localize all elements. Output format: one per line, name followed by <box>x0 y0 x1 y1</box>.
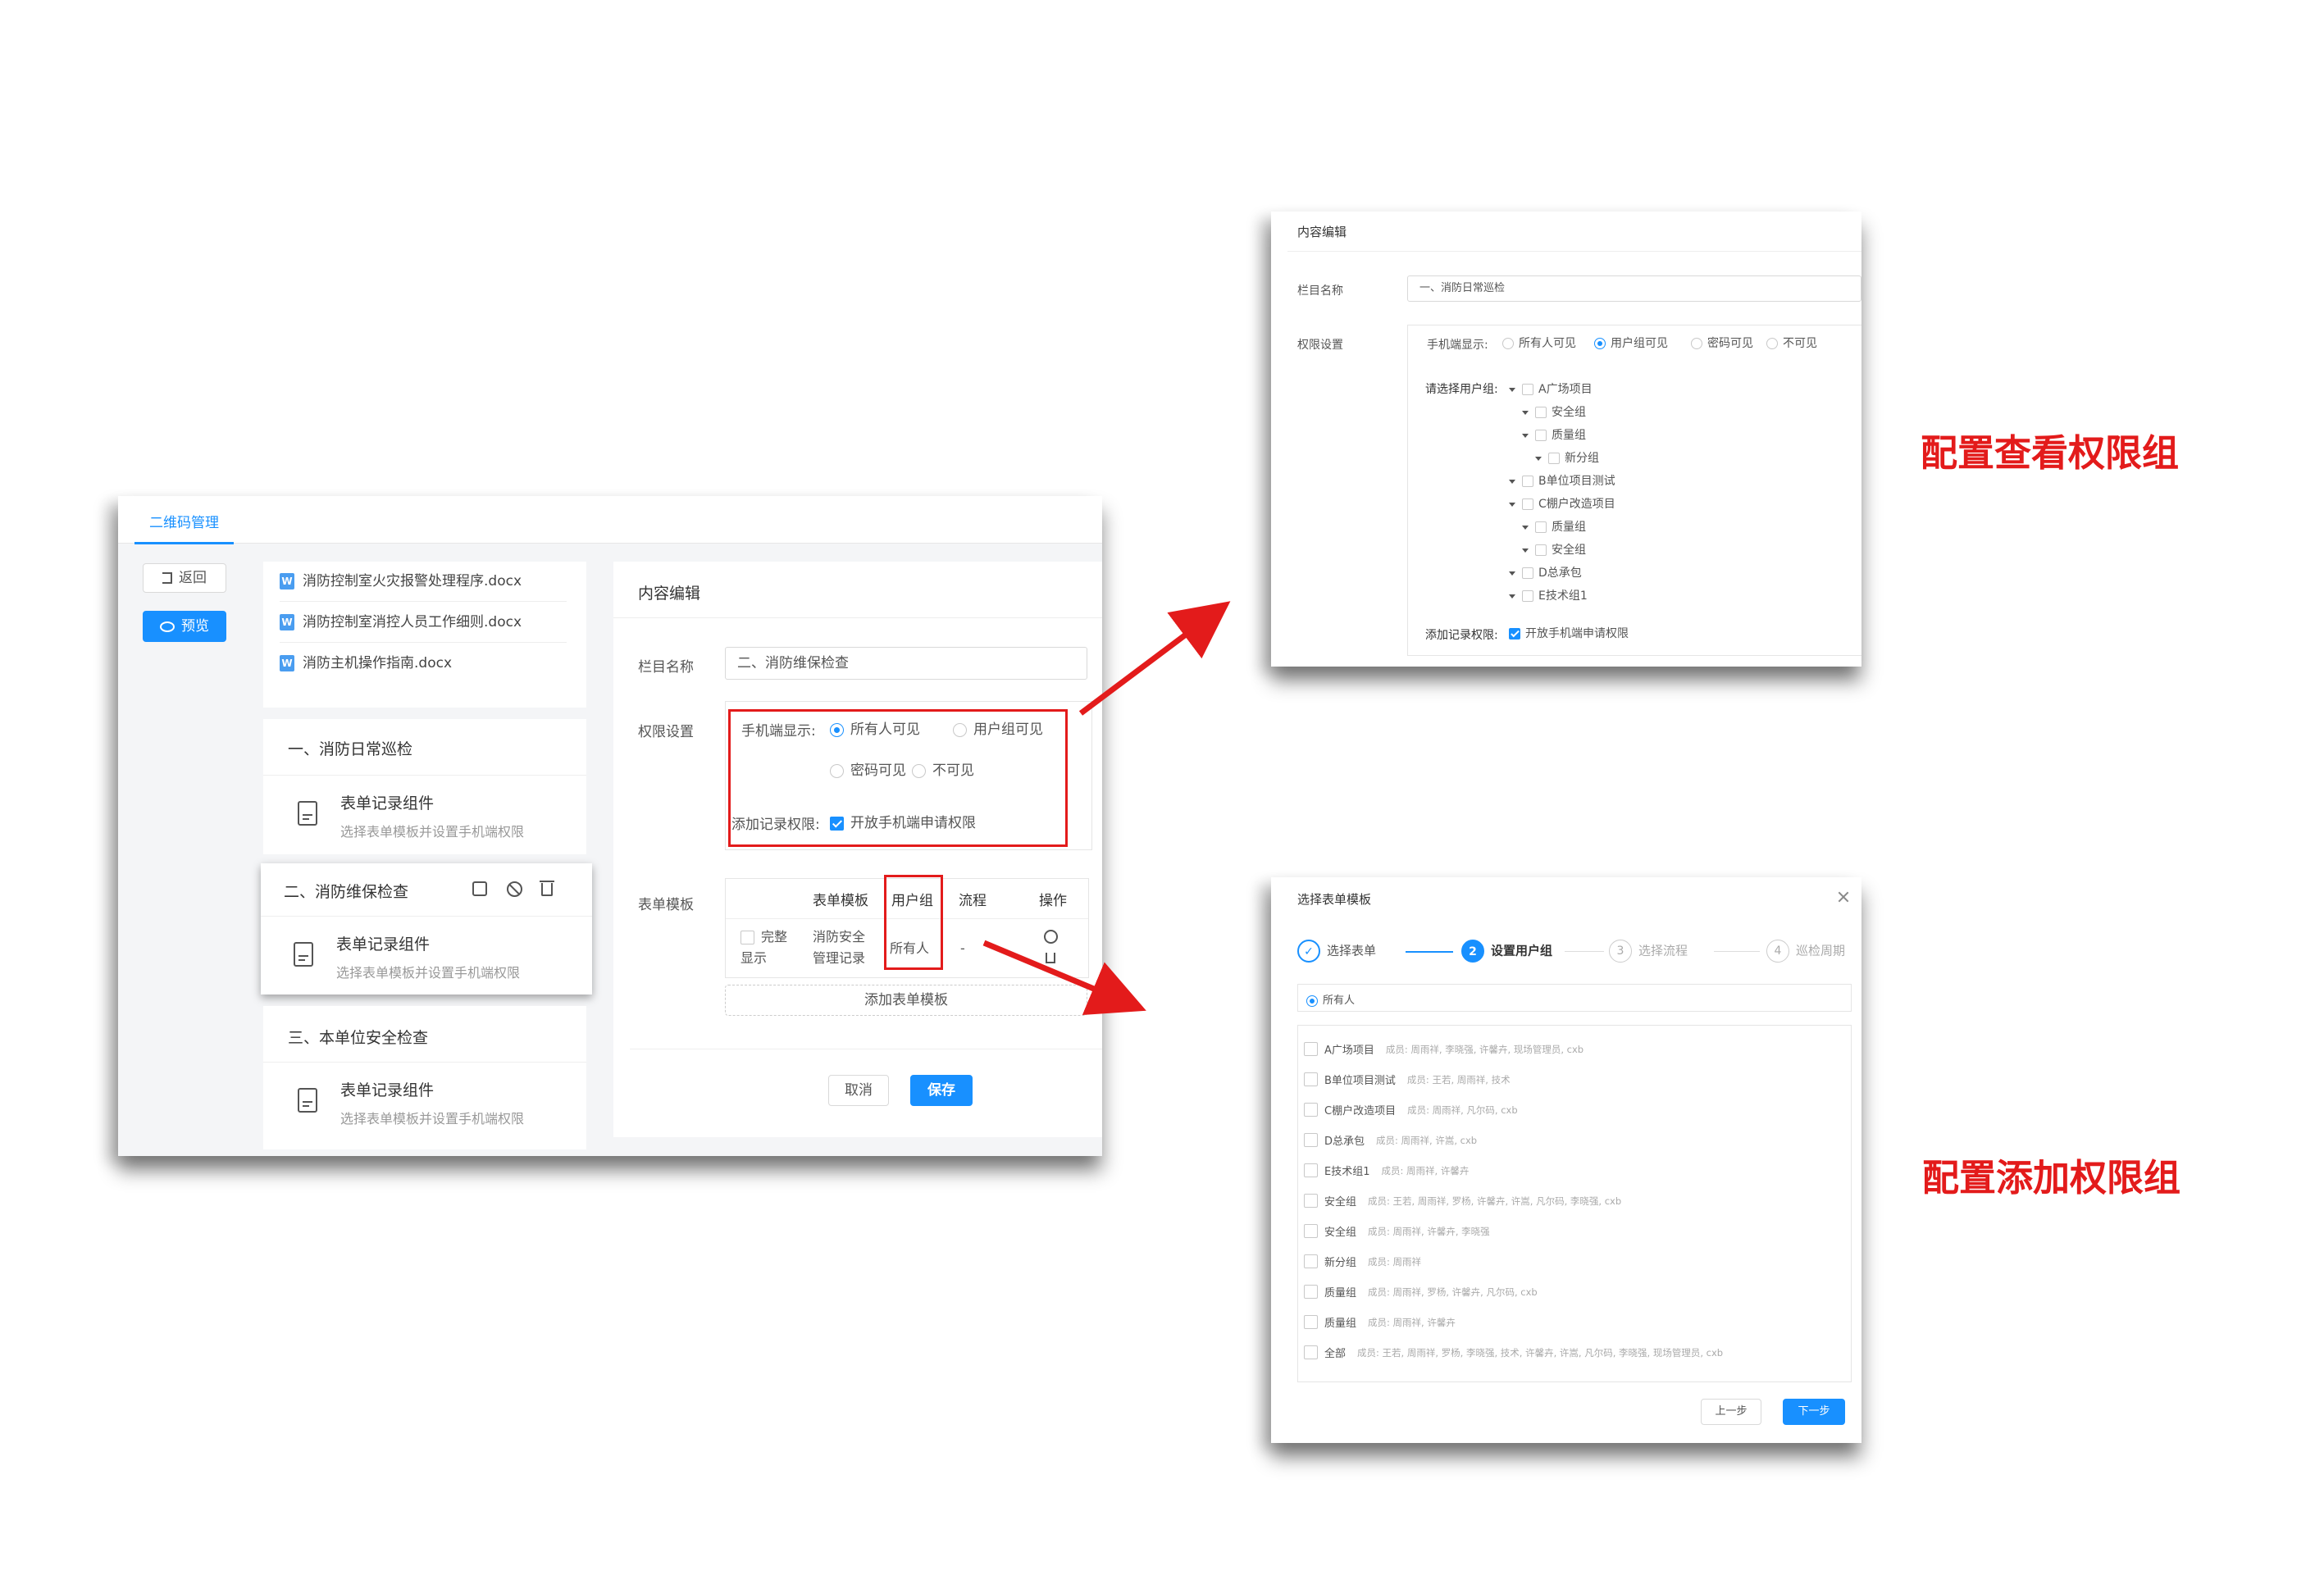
annotation-add-permission: 配置添加权限组 <box>1922 1156 2181 1199</box>
annotation-arrows <box>982 601 1231 1016</box>
annotation-view-permission: 配置查看权限组 <box>1921 431 2180 475</box>
arrow-to-view-panel <box>1078 601 1231 716</box>
arrow-to-select-panel <box>982 940 1146 1016</box>
